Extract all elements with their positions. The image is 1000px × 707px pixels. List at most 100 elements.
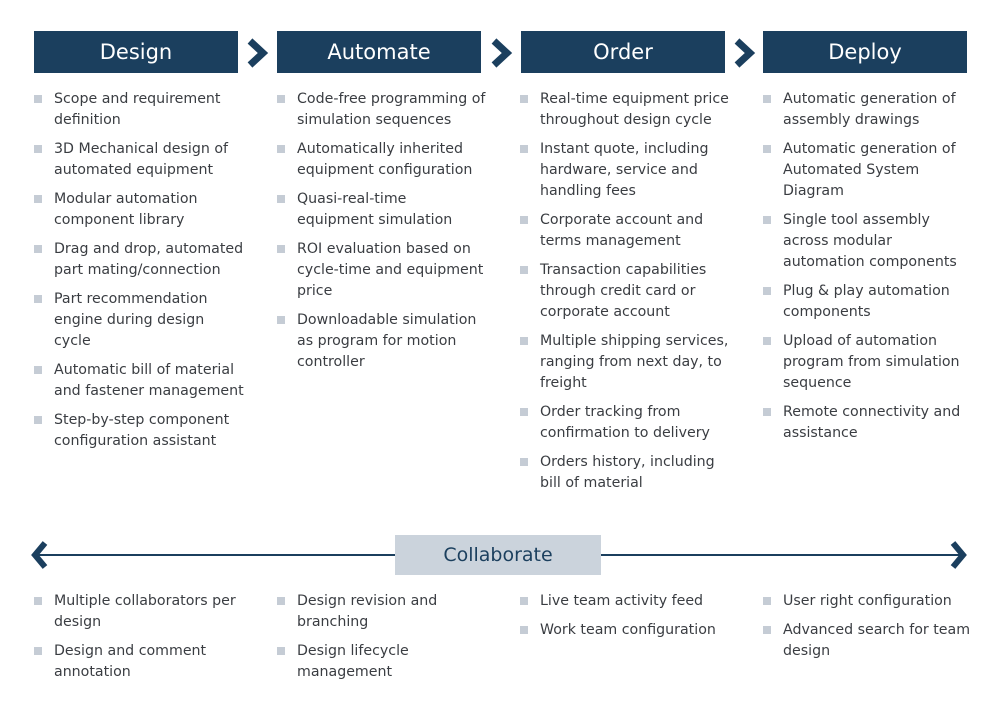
list-item-text: Automatic generation of assembly drawing… [783,91,956,128]
list-item: Automatic generation of Automated System… [763,139,973,202]
square-bullet-icon [34,647,42,655]
square-bullet-icon [520,626,528,634]
square-bullet-icon [34,95,42,103]
list-item-text: Automatic bill of material and fastener … [54,362,244,399]
list-item-text: Real-time equipment price throughout des… [540,91,729,128]
square-bullet-icon [277,316,285,324]
list-item: Instant quote, including hardware, servi… [520,139,730,202]
list-item: Plug & play automation components [763,281,973,323]
list-item-text: Order tracking from confirmation to deli… [540,404,710,441]
stage-header-design: Design [34,31,238,73]
chevron-right-icon [247,38,269,68]
list-item: Multiple collaborators per design [34,591,249,633]
list-item-text: Part recommendation engine during design… [54,291,208,349]
list-item: ROI evaluation based on cycle-time and e… [277,239,487,302]
arrow-right-icon [950,541,967,569]
list-item-text: Drag and drop, automated part mating/con… [54,241,244,278]
list-item: Step-by-step component configuration ass… [34,410,244,452]
list-item-text: Instant quote, including hardware, servi… [540,141,709,199]
list-item: Orders history, including bill of materi… [520,452,730,494]
list-item-text: Code-free programming of simulation sequ… [297,91,486,128]
square-bullet-icon [520,145,528,153]
square-bullet-icon [34,366,42,374]
list-item-text: Orders history, including bill of materi… [540,454,715,491]
list-item: Advanced search for team design [763,620,978,662]
list-item: 3D Mechanical design of automated equipm… [34,139,244,181]
list-item-text: Automatic generation of Automated System… [783,141,956,199]
square-bullet-icon [277,647,285,655]
list-item-text: User right configuration [783,593,952,609]
list-item: Scope and requirement definition [34,89,244,131]
list-item-text: Single tool assembly across modular auto… [783,212,957,270]
order-feature-list: Real-time equipment price throughout des… [520,89,730,502]
list-item: Modular automation component library [34,189,244,231]
collaborate-list-4: User right configuration Advanced search … [763,591,978,670]
list-item: Drag and drop, automated part mating/con… [34,239,244,281]
list-item-text: Quasi-real-time equipment simulation [297,191,453,228]
list-item: Single tool assembly across modular auto… [763,210,973,273]
square-bullet-icon [34,145,42,153]
square-bullet-icon [520,408,528,416]
list-item-text: Design and comment annotation [54,643,207,680]
collaborate-line-right [601,554,961,556]
list-item-text: Corporate account and terms management [540,212,704,249]
list-item: Work team configuration [520,620,735,641]
square-bullet-icon [763,408,771,416]
list-item-text: Multiple collaborators per design [54,593,236,630]
square-bullet-icon [520,216,528,224]
square-bullet-icon [520,266,528,274]
square-bullet-icon [520,597,528,605]
list-item-text: Live team activity feed [540,593,704,609]
square-bullet-icon [277,195,285,203]
chevron-right-icon [491,38,513,68]
collaborate-label: Collaborate [395,535,601,575]
list-item: Automatically inherited equipment config… [277,139,487,181]
collaborate-list-2: Design revision and branching Design life… [277,591,492,691]
list-item: Automatic bill of material and fastener … [34,360,244,402]
list-item: Design revision and branching [277,591,492,633]
automate-feature-list: Code-free programming of simulation sequ… [277,89,487,381]
list-item: Corporate account and terms management [520,210,730,252]
list-item: Automatic generation of assembly drawing… [763,89,973,131]
list-item-text: Multiple shipping services, ranging from… [540,333,729,391]
square-bullet-icon [34,195,42,203]
list-item-text: 3D Mechanical design of automated equipm… [54,141,229,178]
square-bullet-icon [763,597,771,605]
list-item-text: ROI evaluation based on cycle-time and e… [297,241,484,299]
square-bullet-icon [520,337,528,345]
square-bullet-icon [520,95,528,103]
list-item-text: Design lifecycle management [297,643,409,680]
collaborate-list-3: Live team activity feed Work team configu… [520,591,735,649]
square-bullet-icon [277,597,285,605]
square-bullet-icon [34,597,42,605]
list-item: User right configuration [763,591,978,612]
list-item: Remote connectivity and assistance [763,402,973,444]
list-item-text: Automatically inherited equipment config… [297,141,473,178]
list-item-text: Step-by-step component configuration ass… [54,412,230,449]
list-item: Order tracking from confirmation to deli… [520,402,730,444]
list-item-text: Transaction capabilities through credit … [540,262,707,320]
list-item: Live team activity feed [520,591,735,612]
square-bullet-icon [34,245,42,253]
list-item: Part recommendation engine during design… [34,289,244,352]
square-bullet-icon [763,626,771,634]
square-bullet-icon [277,245,285,253]
list-item-text: Work team configuration [540,622,716,638]
list-item: Quasi-real-time equipment simulation [277,189,487,231]
list-item-text: Downloadable simulation as program for m… [297,312,477,370]
list-item-text: Advanced search for team design [783,622,971,659]
chevron-right-icon [734,38,756,68]
list-item-text: Remote connectivity and assistance [783,404,961,441]
list-item: Downloadable simulation as program for m… [277,310,487,373]
list-item: Transaction capabilities through credit … [520,260,730,323]
square-bullet-icon [763,95,771,103]
square-bullet-icon [34,295,42,303]
square-bullet-icon [763,337,771,345]
design-feature-list: Scope and requirement definition 3D Mecha… [34,89,244,460]
list-item: Real-time equipment price throughout des… [520,89,730,131]
list-item: Design and comment annotation [34,641,249,683]
stage-header-automate: Automate [277,31,481,73]
list-item-text: Design revision and branching [297,593,438,630]
square-bullet-icon [763,216,771,224]
list-item-text: Scope and requirement definition [54,91,221,128]
